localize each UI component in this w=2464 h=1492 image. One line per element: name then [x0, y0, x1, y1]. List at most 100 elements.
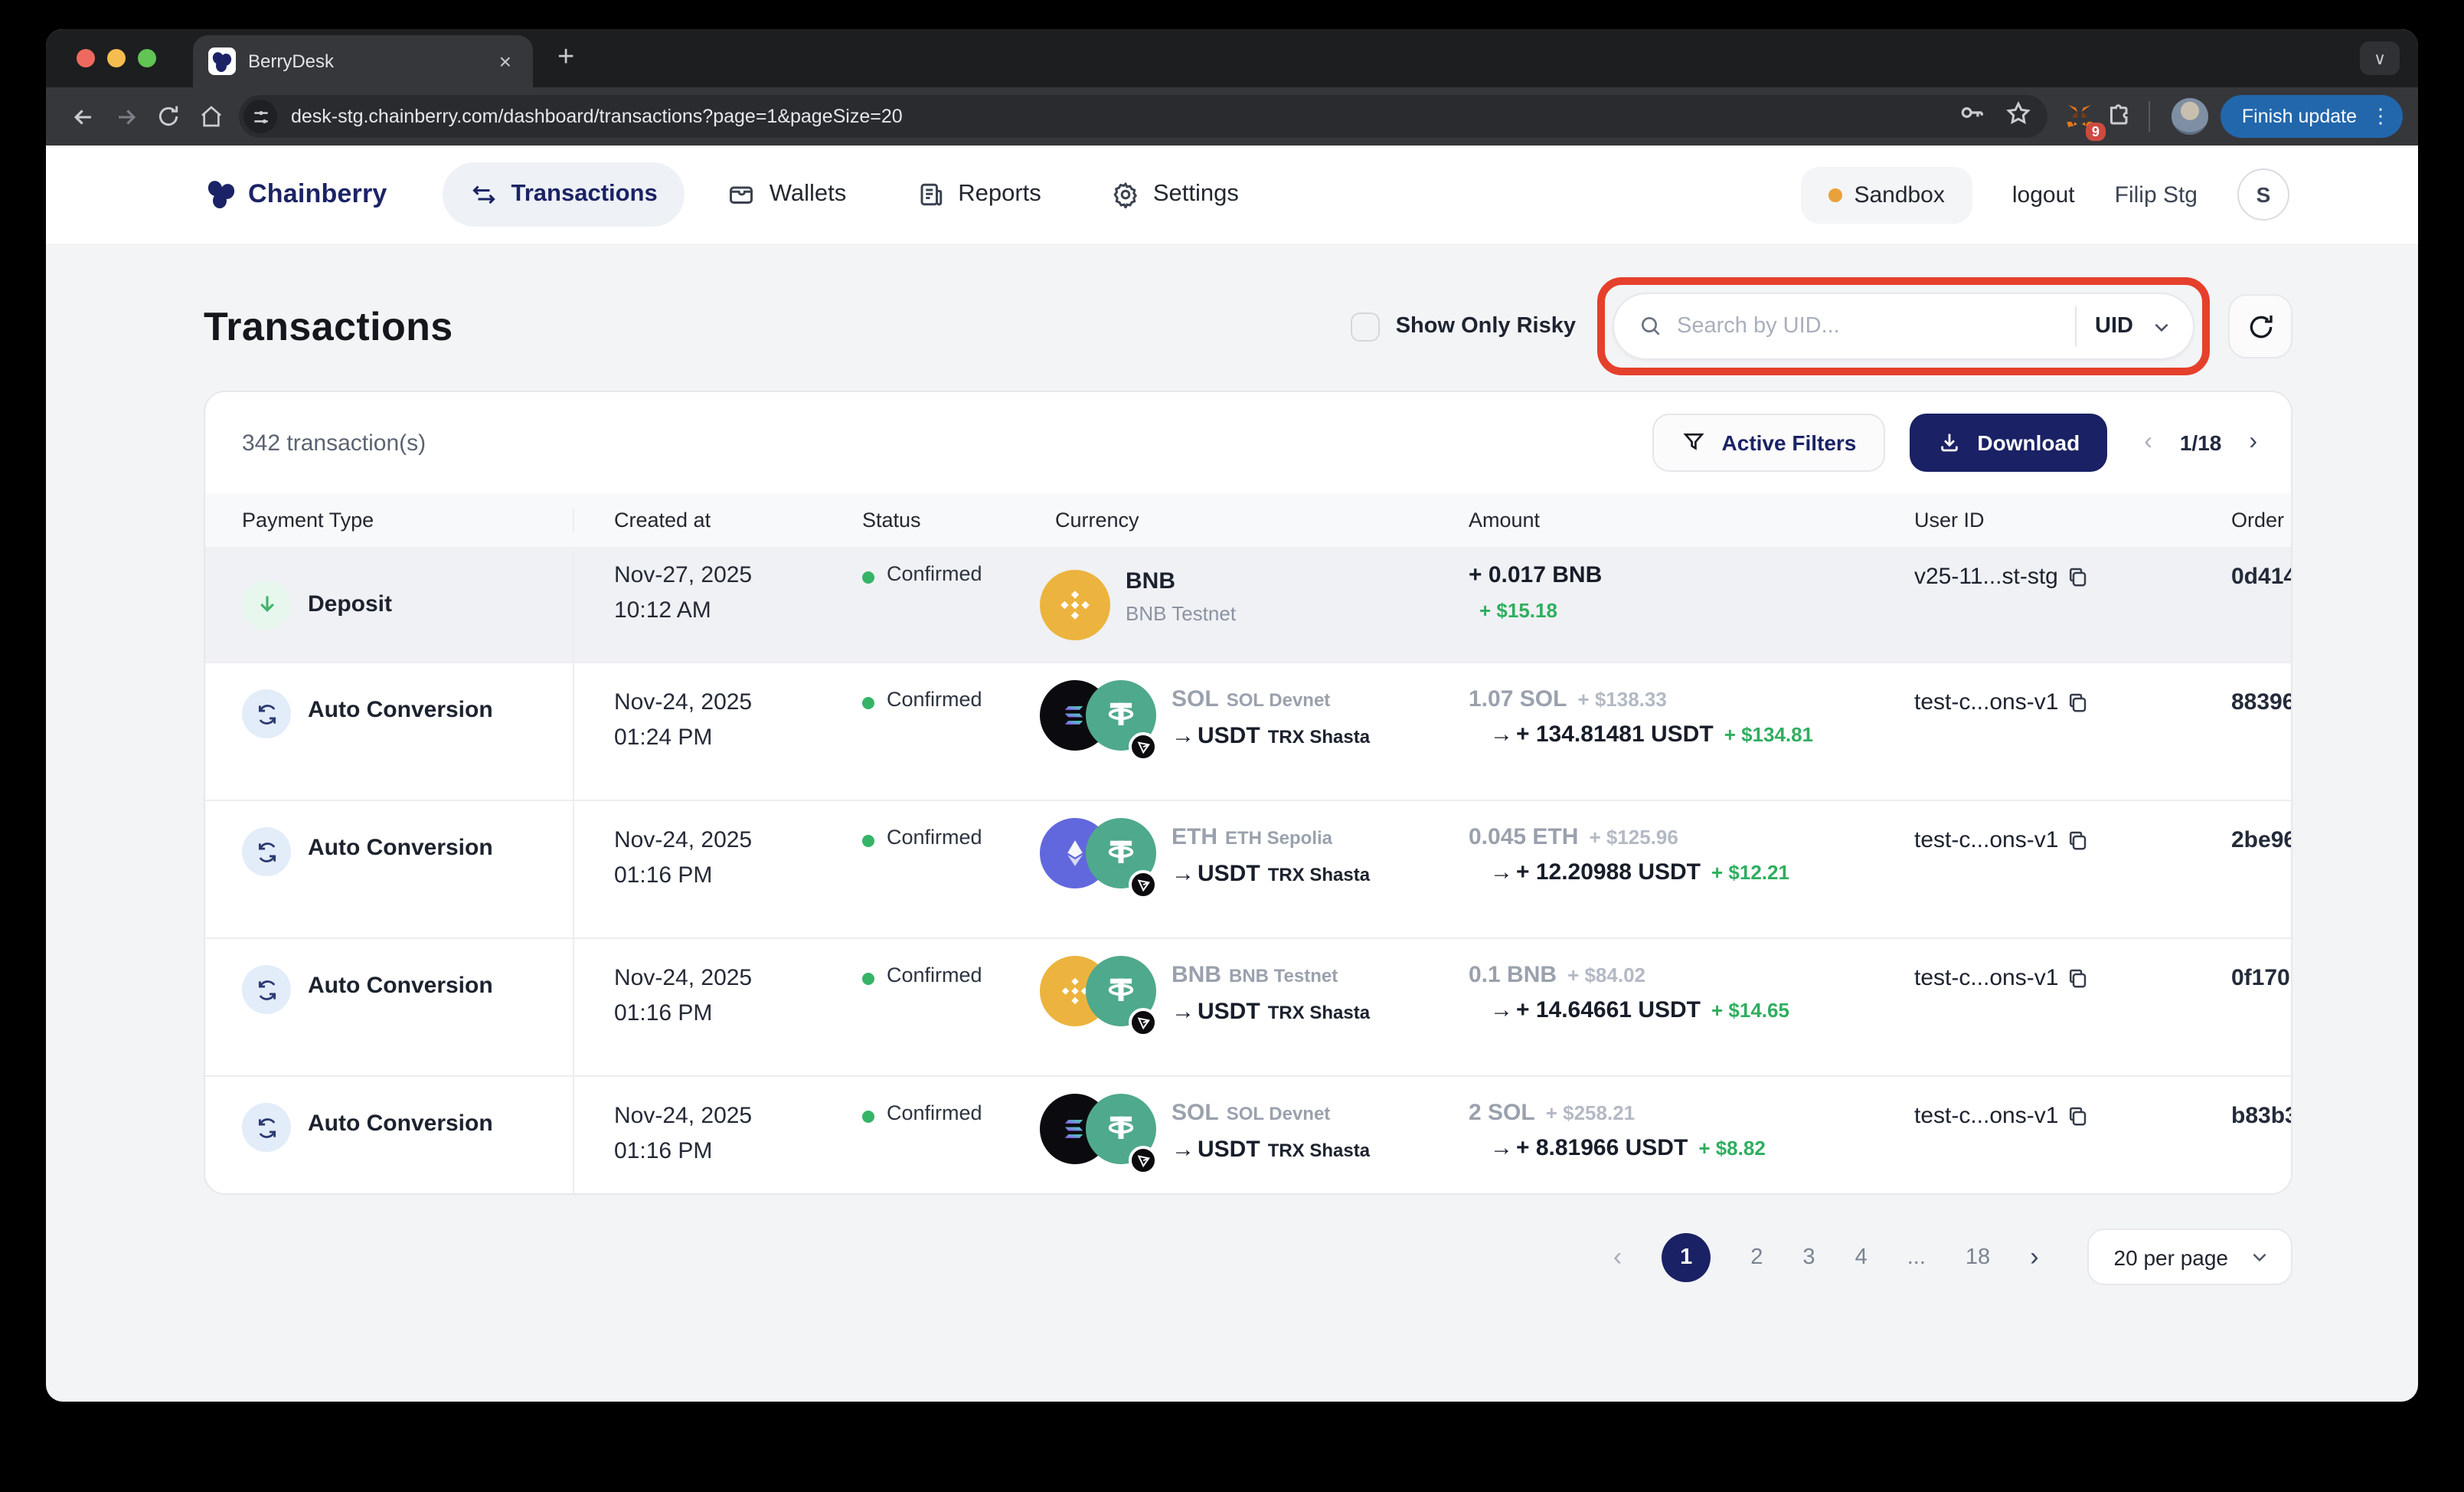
pagination-page-3[interactable]: 3 — [1802, 1245, 1815, 1269]
trx-network-badge — [1129, 1008, 1158, 1037]
table-row[interactable]: Auto Conversion Nov-24, 202501:16 PM Con… — [205, 937, 2291, 1075]
copy-icon[interactable] — [2066, 691, 2089, 714]
browser-profile-avatar[interactable] — [2172, 98, 2208, 135]
per-page-select[interactable]: 20 per page — [2088, 1229, 2292, 1285]
status-dot — [862, 697, 874, 709]
trx-network-badge — [1129, 1146, 1158, 1175]
window-controls[interactable] — [77, 49, 156, 67]
refresh-button[interactable] — [2228, 294, 2292, 358]
password-key-icon[interactable] — [1957, 98, 1986, 135]
prev-page-chevron[interactable]: ‹ — [2144, 429, 2152, 456]
reload-button[interactable] — [147, 95, 190, 138]
arrow-icon: → — [1172, 861, 1194, 887]
show-only-risky-toggle[interactable]: Show Only Risky — [1351, 312, 1576, 341]
table-row[interactable]: Auto Conversion Nov-24, 202501:16 PM Con… — [205, 800, 2291, 937]
browser-tab[interactable]: BerryDesk × — [193, 35, 533, 87]
new-tab-button[interactable]: + — [557, 41, 574, 75]
col-amount: Amount — [1453, 509, 1897, 532]
transactions-count: 342 transaction(s) — [242, 430, 426, 456]
risky-checkbox[interactable] — [1351, 312, 1381, 341]
browser-window: BerryDesk × + ∨ desk- — [46, 29, 2418, 1402]
arrow-icon: → — [1172, 1137, 1194, 1163]
logout-link[interactable]: logout — [2012, 182, 2075, 208]
page-title: Transactions — [204, 303, 453, 350]
funnel-icon — [1682, 430, 1707, 455]
next-page-chevron[interactable]: › — [2249, 429, 2257, 456]
table-row[interactable]: Auto Conversion Nov-24, 202501:16 PM Con… — [205, 1075, 2291, 1193]
arrow-icon: → — [1490, 721, 1513, 748]
minimize-window-button[interactable] — [107, 49, 126, 67]
url-text[interactable]: desk-stg.chainberry.com/dashboard/transa… — [291, 106, 1957, 127]
coin-pair-icon — [1040, 815, 1156, 910]
status-dot — [862, 835, 874, 847]
pagination-next-icon[interactable]: › — [2030, 1242, 2038, 1272]
fullscreen-window-button[interactable] — [138, 49, 156, 67]
arrow-icon: → — [1490, 997, 1513, 1023]
arrow-icon: → — [1490, 859, 1513, 885]
chainberry-logo[interactable]: Chainberry — [205, 178, 387, 211]
tab-title: BerryDesk — [248, 51, 481, 72]
search-type-select[interactable]: UID — [2095, 314, 2172, 339]
back-button[interactable] — [61, 95, 104, 138]
tab-close-icon[interactable]: × — [493, 47, 518, 75]
nav-wallets[interactable]: Wallets — [701, 162, 874, 227]
finish-update-button[interactable]: Finish update ⋮ — [2221, 95, 2403, 138]
copy-icon[interactable] — [2066, 1104, 2089, 1127]
close-window-button[interactable] — [77, 49, 95, 67]
address-bar[interactable]: desk-stg.chainberry.com/dashboard/transa… — [239, 95, 2047, 138]
nav-reports[interactable]: Reports — [889, 162, 1069, 227]
coin-pair-icon — [1040, 677, 1156, 772]
search-bar[interactable]: UID — [1613, 293, 2194, 360]
table-row[interactable]: Auto Conversion Nov-24, 202501:24 PM Con… — [205, 662, 2291, 800]
search-divider — [2075, 306, 2077, 346]
col-created-at: Created at — [574, 509, 830, 532]
coin-pair-icon — [1040, 953, 1156, 1048]
trx-network-badge — [1129, 870, 1158, 899]
home-button[interactable] — [190, 95, 233, 138]
active-filters-button[interactable]: Active Filters — [1653, 414, 1886, 472]
user-name: Filip Stg — [2115, 182, 2198, 208]
col-order-id: Order ID — [2214, 509, 2292, 532]
sandbox-env-badge: Sandbox — [1800, 166, 1972, 223]
pagination-page-4[interactable]: 4 — [1855, 1245, 1868, 1269]
pagination-prev-icon[interactable]: ‹ — [1613, 1242, 1622, 1272]
chevron-down-icon — [2250, 1247, 2270, 1267]
pagination-ellipsis: ... — [1907, 1245, 1926, 1269]
auto-conversion-icon — [242, 689, 291, 738]
browser-tab-strip: BerryDesk × + ∨ — [46, 29, 2418, 87]
status-dot — [862, 973, 874, 985]
extensions-puzzle-icon[interactable] — [2100, 97, 2139, 136]
refresh-icon — [2246, 312, 2275, 341]
copy-icon[interactable] — [2066, 565, 2089, 588]
download-button[interactable]: Download — [1910, 414, 2107, 472]
copy-icon[interactable] — [2066, 967, 2089, 990]
search-icon — [1639, 314, 1663, 339]
app-header: Chainberry Transactions Wallets Reports — [46, 146, 2418, 244]
arrow-icon: → — [1172, 999, 1194, 1025]
tab-search-chevron-icon[interactable]: ∨ — [2360, 41, 2400, 75]
nav-transactions[interactable]: Transactions — [443, 162, 685, 227]
copy-icon[interactable] — [2066, 829, 2089, 852]
table-row[interactable]: Deposit Nov-27, 202510:12 AM Confirmed B… — [205, 547, 2291, 662]
wallet-icon — [728, 181, 756, 208]
pagination-page-18[interactable]: 18 — [1966, 1245, 1990, 1269]
forward-button[interactable] — [104, 95, 147, 138]
metamask-extension-icon[interactable]: 9 — [2060, 97, 2100, 136]
arrow-icon: → — [1172, 723, 1194, 749]
bookmark-star-icon[interactable] — [2005, 99, 2032, 134]
status-dot — [862, 1111, 874, 1123]
site-settings-icon[interactable] — [243, 100, 277, 133]
pagination-page-2[interactable]: 2 — [1750, 1245, 1763, 1269]
user-avatar[interactable]: S — [2237, 169, 2289, 221]
swap-arrows-icon — [470, 181, 498, 208]
col-payment-type: Payment Type — [205, 509, 574, 532]
search-annotation-highlight: UID — [1597, 277, 2210, 375]
browser-menu-icon[interactable]: ⋮ — [2371, 104, 2390, 129]
page-indicator: 1/18 — [2180, 430, 2222, 455]
pagination-page-1[interactable]: 1 — [1662, 1232, 1711, 1281]
auto-conversion-icon — [242, 827, 291, 876]
toolbar-divider — [2149, 101, 2150, 132]
search-input[interactable] — [1677, 314, 2057, 339]
sandbox-dot-icon — [1828, 188, 1841, 201]
nav-settings[interactable]: Settings — [1084, 162, 1266, 227]
